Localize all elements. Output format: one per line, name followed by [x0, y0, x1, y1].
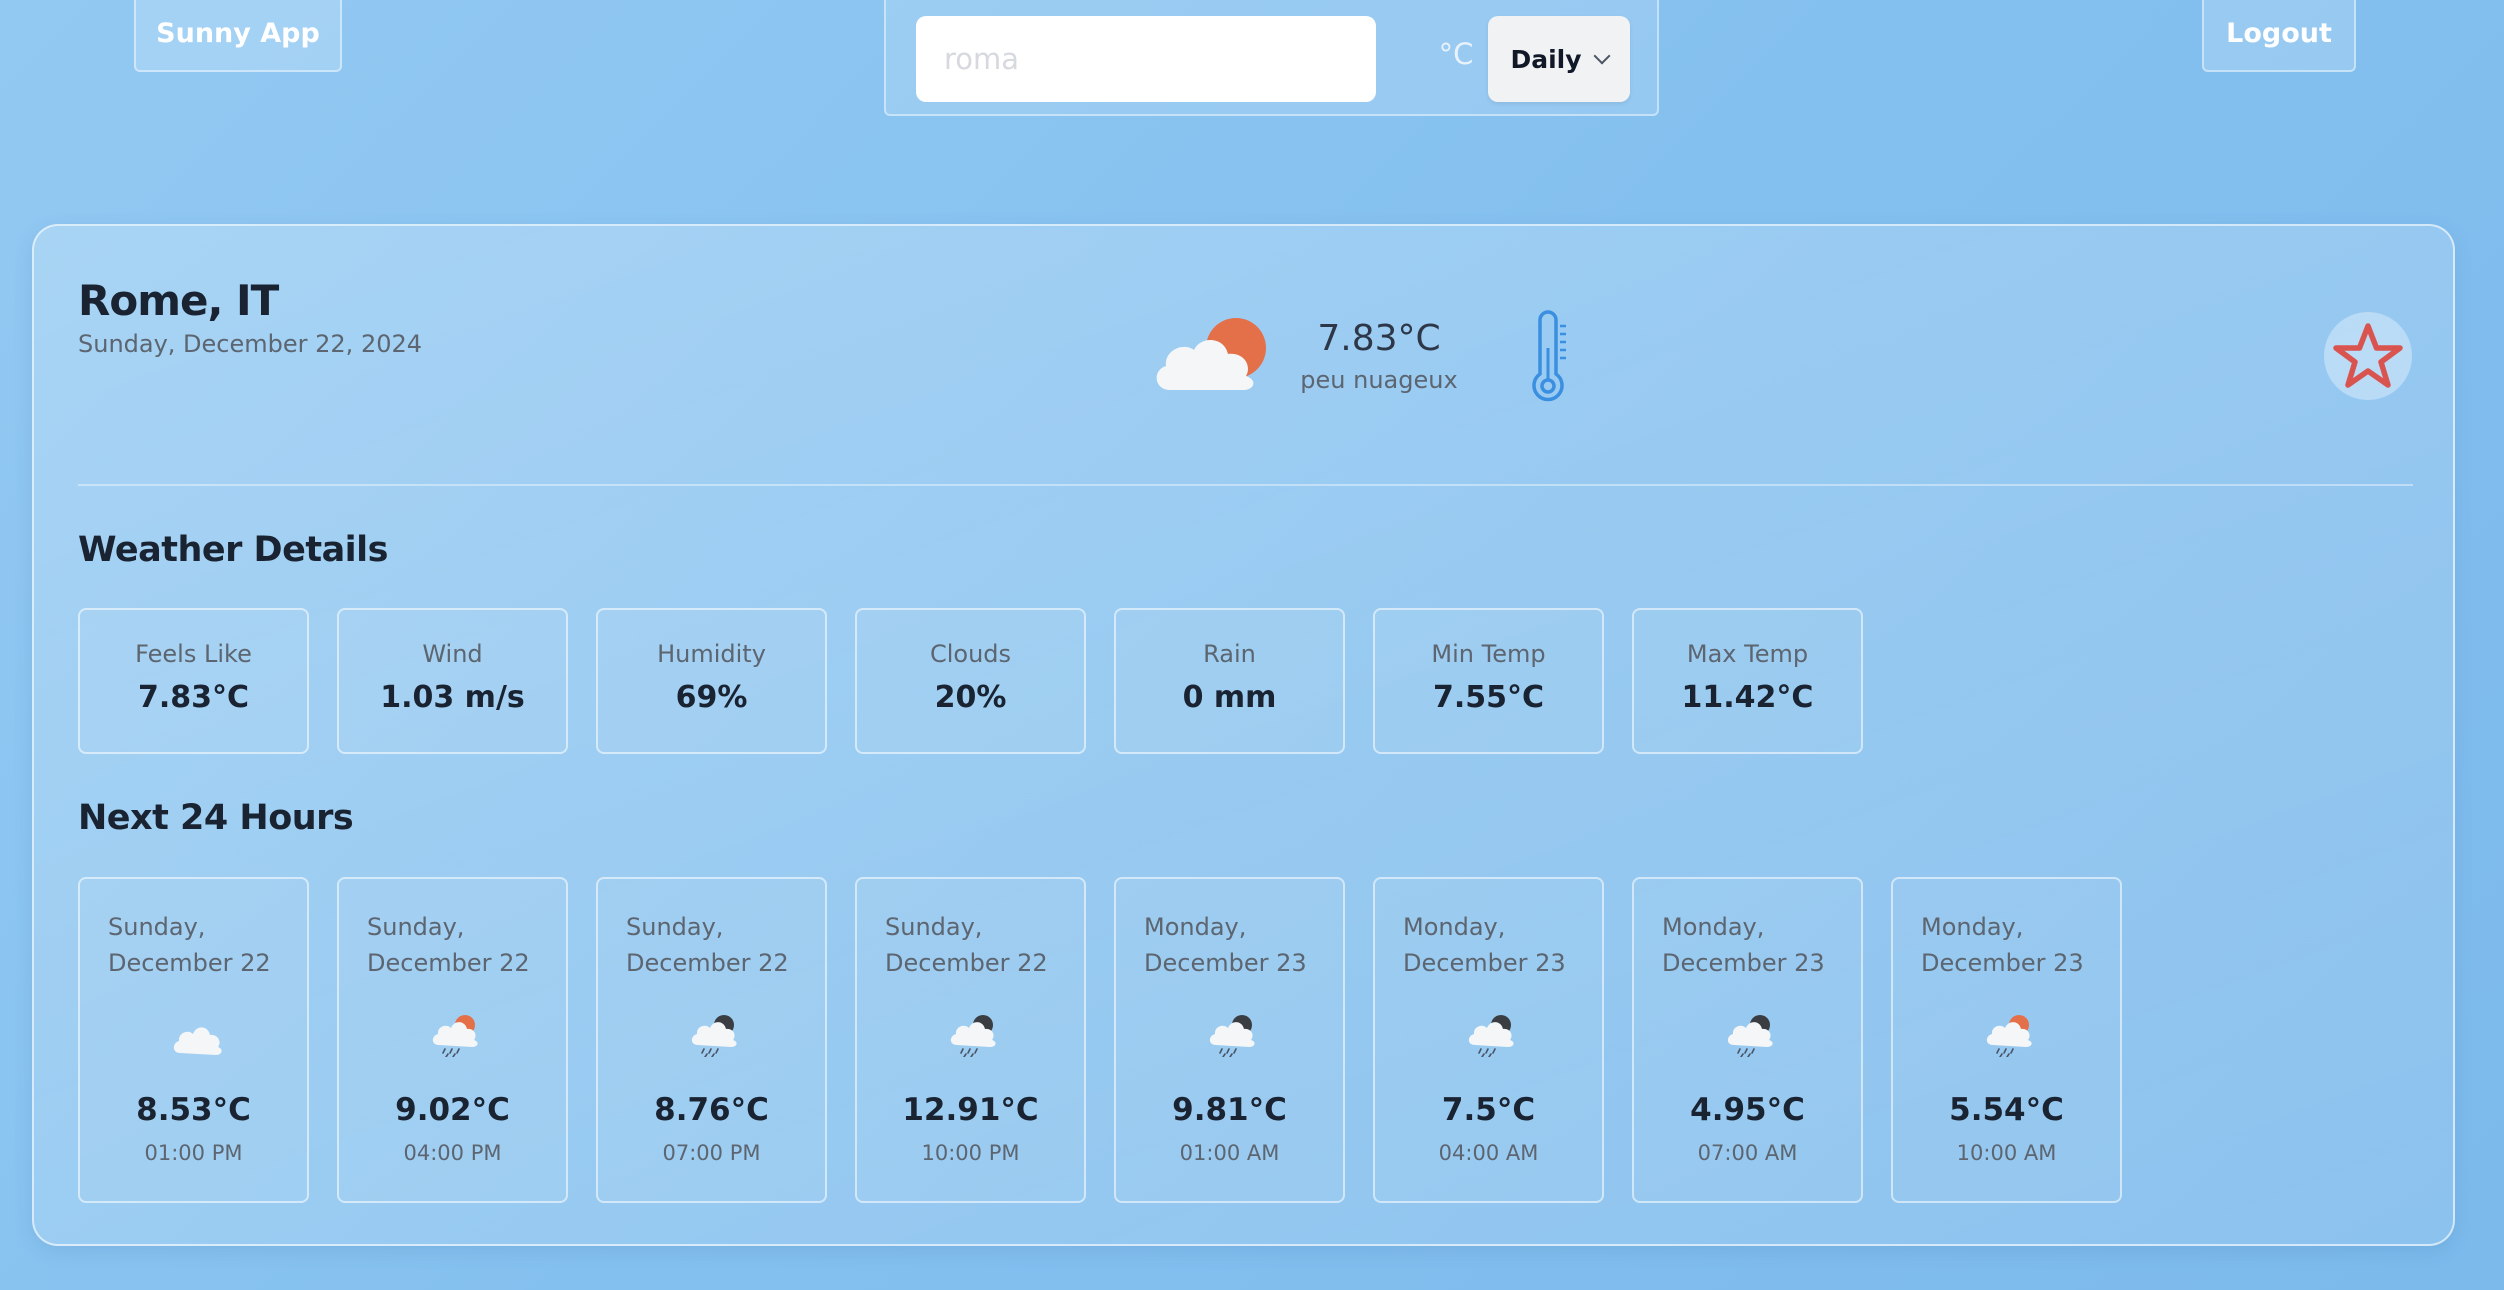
hourly-card: Monday, December 23 4.95°C 07:00 AM: [1632, 877, 1863, 1203]
detail-label: Feels Like: [135, 640, 252, 668]
detail-value: 7.83°C: [137, 680, 250, 715]
detail-tile: Humidity 69%: [596, 608, 827, 754]
detail-value: 69%: [675, 680, 748, 715]
hourly-card: Sunday, December 22 8.53°C 01:00 PM: [78, 877, 309, 1203]
detail-label: Wind: [422, 640, 483, 668]
logout-button[interactable]: Logout: [2202, 0, 2356, 72]
rain-night-icon: [1465, 1013, 1517, 1058]
rain-night-icon: [688, 1013, 740, 1058]
thermometer-icon: [1532, 310, 1566, 402]
detail-value: 11.42°C: [1681, 680, 1814, 715]
hourly-day: Monday,: [1403, 913, 1506, 941]
hourly-date: Monday, December 23: [1921, 909, 2111, 981]
detail-tile: Min Temp 7.55°C: [1373, 608, 1604, 754]
hourly-time: 01:00 AM: [1179, 1141, 1280, 1165]
detail-label: Min Temp: [1431, 640, 1546, 668]
detail-value: 0 mm: [1182, 680, 1277, 715]
current-description: peu nuageux: [1300, 366, 1458, 394]
hourly-date: Monday, December 23: [1403, 909, 1593, 981]
detail-value: 1.03 m/s: [380, 680, 525, 715]
cloud-icon: [170, 1013, 222, 1057]
hourly-temperature: 9.02°C: [395, 1092, 510, 1128]
hourly-temperature: 4.95°C: [1690, 1092, 1805, 1128]
hourly-day: Sunday,: [108, 913, 206, 941]
hourly-date-label: December 22: [885, 949, 1048, 977]
detail-tile: Wind 1.03 m/s: [337, 608, 568, 754]
hourly-card: Monday, December 23 5.54°C 10:00 AM: [1891, 877, 2122, 1203]
rain-night-icon: [947, 1013, 999, 1058]
detail-label: Humidity: [657, 640, 766, 668]
rain-night-icon: [1206, 1013, 1258, 1058]
hourly-temperature: 12.91°C: [902, 1092, 1039, 1128]
hourly-date-label: December 22: [626, 949, 789, 977]
forecast-mode-select[interactable]: Daily: [1488, 16, 1630, 102]
weather-card: Rome, IT Sunday, December 22, 2024 7.83°…: [32, 224, 2455, 1246]
current-temperature: 7.83°C: [1317, 318, 1441, 359]
detail-label: Clouds: [929, 640, 1012, 668]
hourly-date-label: December 22: [108, 949, 271, 977]
city-search-input[interactable]: [916, 16, 1376, 102]
hourly-date-label: December 23: [1403, 949, 1566, 977]
hourly-date: Sunday, December 22: [885, 909, 1075, 981]
hourly-date-label: December 23: [1662, 949, 1825, 977]
hourly-card: Monday, December 23 7.5°C 04:00 AM: [1373, 877, 1604, 1203]
hourly-date-label: December 23: [1144, 949, 1307, 977]
hourly-date-label: December 23: [1921, 949, 2084, 977]
chevron-down-icon: [1593, 47, 1611, 65]
detail-label: Max Temp: [1686, 640, 1809, 668]
hourly-temperature: 9.81°C: [1172, 1092, 1287, 1128]
hourly-time: 01:00 PM: [144, 1141, 243, 1165]
rain-sun-icon: [1983, 1013, 2035, 1058]
star-icon: [2333, 323, 2403, 388]
hourly-date: Sunday, December 22: [367, 909, 557, 981]
hourly-day: Sunday,: [626, 913, 724, 941]
hourly-date: Sunday, December 22: [108, 909, 298, 981]
search-panel: °C Daily: [884, 0, 1659, 116]
favorite-button[interactable]: [2324, 312, 2412, 400]
hourly-day: Sunday,: [367, 913, 465, 941]
rain-night-icon: [1724, 1013, 1776, 1058]
partly-cloudy-day-icon: [1156, 318, 1266, 390]
hourly-temperature: 7.5°C: [1441, 1092, 1536, 1128]
city-name: Rome, IT: [78, 276, 279, 325]
hourly-time: 10:00 PM: [921, 1141, 1020, 1165]
hourly-temperature: 5.54°C: [1949, 1092, 2064, 1128]
detail-tile: Clouds 20%: [855, 608, 1086, 754]
hourly-date: Monday, December 23: [1144, 909, 1334, 981]
detail-tile: Feels Like 7.83°C: [78, 608, 309, 754]
hourly-card: Sunday, December 22 9.02°C 04:00 PM: [337, 877, 568, 1203]
hourly-date-label: December 22: [367, 949, 530, 977]
hourly-temperature: 8.53°C: [136, 1092, 251, 1128]
detail-value: 20%: [934, 680, 1007, 715]
hourly-date: Monday, December 23: [1662, 909, 1852, 981]
unit-toggle[interactable]: °C: [1426, 34, 1486, 74]
forecast-mode-label: Daily: [1510, 44, 1582, 74]
hourly-day: Monday,: [1662, 913, 1765, 941]
hourly-time: 04:00 AM: [1438, 1141, 1539, 1165]
weather-details-title: Weather Details: [78, 530, 389, 570]
hourly-card: Monday, December 23 9.81°C 01:00 AM: [1114, 877, 1345, 1203]
hourly-time: 07:00 PM: [662, 1141, 761, 1165]
hourly-time: 07:00 AM: [1697, 1141, 1798, 1165]
hourly-date: Sunday, December 22: [626, 909, 816, 981]
current-date: Sunday, December 22, 2024: [78, 330, 423, 358]
hourly-card: Sunday, December 22 8.76°C 07:00 PM: [596, 877, 827, 1203]
divider: [78, 484, 2413, 486]
detail-tile: Max Temp 11.42°C: [1632, 608, 1863, 754]
hourly-temperature: 8.76°C: [654, 1092, 769, 1128]
detail-tile: Rain 0 mm: [1114, 608, 1345, 754]
hourly-day: Monday,: [1921, 913, 2024, 941]
hourly-time: 10:00 AM: [1956, 1141, 2057, 1165]
brand-button[interactable]: Sunny App: [134, 0, 342, 72]
hourly-time: 04:00 PM: [403, 1141, 502, 1165]
hourly-day: Monday,: [1144, 913, 1247, 941]
detail-value: 7.55°C: [1432, 680, 1545, 715]
detail-label: Rain: [1203, 640, 1256, 668]
hourly-card: Sunday, December 22 12.91°C 10:00 PM: [855, 877, 1086, 1203]
next-24-hours-title: Next 24 Hours: [78, 798, 354, 838]
hourly-day: Sunday,: [885, 913, 983, 941]
rain-sun-icon: [429, 1013, 481, 1058]
